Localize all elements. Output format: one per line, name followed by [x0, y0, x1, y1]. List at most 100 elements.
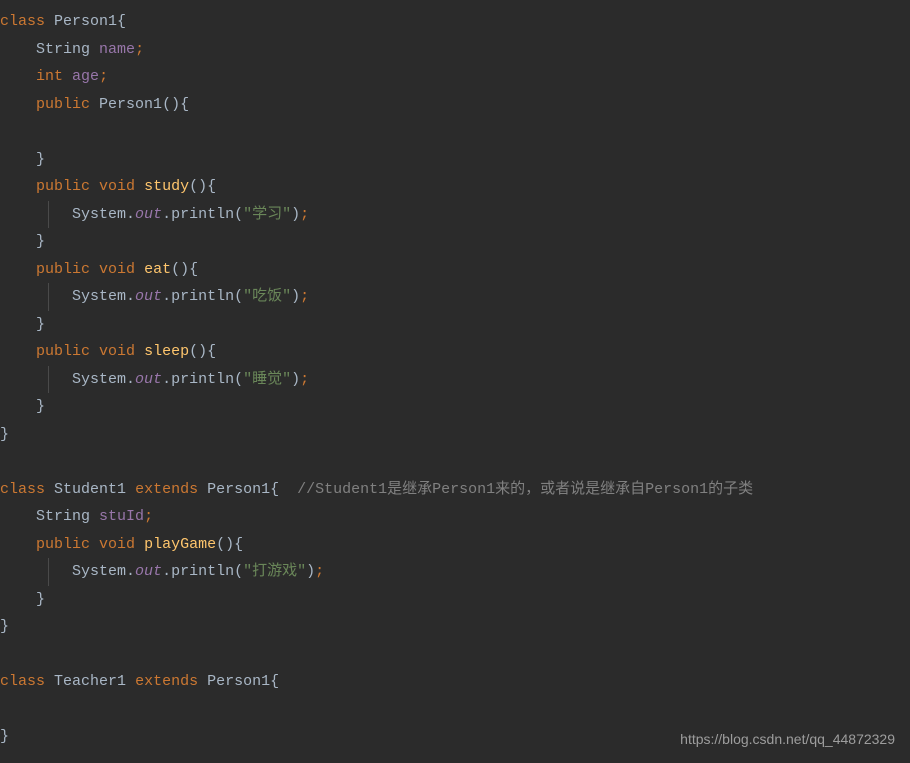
method-eat: eat [144, 261, 171, 278]
code-line[interactable]: } [0, 311, 910, 339]
code-line[interactable]: } [0, 228, 910, 256]
semicolon: ; [300, 371, 309, 388]
keyword-class: class [0, 13, 45, 30]
paren: ( [189, 343, 198, 360]
paren: ) [198, 343, 207, 360]
paren: ( [171, 261, 180, 278]
method-playGame: playGame [144, 536, 216, 553]
println-method: println [171, 563, 234, 580]
watermark-text: https://blog.csdn.net/qq_44872329 [680, 726, 895, 754]
brace: { [207, 178, 216, 195]
out-field: out [135, 563, 162, 580]
keyword-public: public [36, 96, 90, 113]
semicolon: ; [300, 206, 309, 223]
code-line[interactable] [0, 641, 910, 669]
keyword-class: class [0, 481, 45, 498]
code-line[interactable]: System.out.println("学习"); [0, 201, 910, 229]
code-line[interactable]: } [0, 613, 910, 641]
paren: ) [291, 371, 300, 388]
type-string: String [36, 41, 90, 58]
code-line[interactable]: public void sleep(){ [0, 338, 910, 366]
class-name: Person1 [207, 673, 270, 690]
string-literal: "睡觉" [243, 371, 291, 388]
paren: ( [234, 288, 243, 305]
string-literal: "吃饭" [243, 288, 291, 305]
code-line[interactable]: public void eat(){ [0, 256, 910, 284]
paren: ) [171, 96, 180, 113]
string-literal: "学习" [243, 206, 291, 223]
class-name: Person1 [207, 481, 270, 498]
keyword-void: void [99, 536, 135, 553]
out-field: out [135, 288, 162, 305]
brace: } [36, 591, 45, 608]
code-line[interactable] [0, 696, 910, 724]
string-literal: "打游戏" [243, 563, 306, 580]
paren: ) [291, 206, 300, 223]
code-line[interactable]: String stuId; [0, 503, 910, 531]
code-line[interactable]: System.out.println("吃饭"); [0, 283, 910, 311]
brace: } [36, 316, 45, 333]
paren: ) [306, 563, 315, 580]
brace: { [189, 261, 198, 278]
brace: { [207, 343, 216, 360]
code-line[interactable]: } [0, 393, 910, 421]
code-line[interactable]: int age; [0, 63, 910, 91]
code-line[interactable]: } [0, 421, 910, 449]
dot: . [126, 371, 135, 388]
semicolon: ; [300, 288, 309, 305]
keyword-public: public [36, 536, 90, 553]
system-class: System [72, 288, 126, 305]
comment: //Student1是继承Person1来的，或者说是继承自Person1的子类 [297, 481, 753, 498]
brace: { [270, 673, 279, 690]
code-line[interactable]: class Person1{ [0, 8, 910, 36]
class-name: Teacher1 [54, 673, 126, 690]
keyword-public: public [36, 343, 90, 360]
code-line[interactable]: public Person1(){ [0, 91, 910, 119]
brace: { [234, 536, 243, 553]
method-study: study [144, 178, 189, 195]
dot: . [162, 563, 171, 580]
paren: ) [198, 178, 207, 195]
code-editor[interactable]: class Person1{ String name; int age; pub… [0, 8, 910, 751]
brace: } [0, 426, 9, 443]
semicolon: ; [144, 508, 153, 525]
paren: ( [162, 96, 171, 113]
code-line[interactable] [0, 118, 910, 146]
paren: ( [216, 536, 225, 553]
code-line[interactable] [0, 448, 910, 476]
code-line[interactable]: public void playGame(){ [0, 531, 910, 559]
out-field: out [135, 206, 162, 223]
brace: } [36, 398, 45, 415]
brace: } [36, 233, 45, 250]
keyword-void: void [99, 178, 135, 195]
keyword-public: public [36, 178, 90, 195]
keyword-int: int [36, 68, 63, 85]
field-stuId: stuId [99, 508, 144, 525]
paren: ( [234, 206, 243, 223]
code-line[interactable]: } [0, 586, 910, 614]
dot: . [126, 563, 135, 580]
code-line[interactable]: public void study(){ [0, 173, 910, 201]
code-line[interactable]: } [0, 146, 910, 174]
paren: ( [234, 563, 243, 580]
dot: . [162, 288, 171, 305]
constructor-name: Person1 [99, 96, 162, 113]
system-class: System [72, 206, 126, 223]
code-line[interactable]: String name; [0, 36, 910, 64]
dot: . [162, 206, 171, 223]
code-line[interactable]: System.out.println("睡觉"); [0, 366, 910, 394]
field-name: name [99, 41, 135, 58]
dot: . [162, 371, 171, 388]
code-line[interactable]: System.out.println("打游戏"); [0, 558, 910, 586]
code-line[interactable]: class Teacher1 extends Person1{ [0, 668, 910, 696]
method-sleep: sleep [144, 343, 189, 360]
dot: . [126, 288, 135, 305]
dot: . [126, 206, 135, 223]
type-string: String [36, 508, 90, 525]
println-method: println [171, 371, 234, 388]
field-age: age [72, 68, 99, 85]
keyword-class: class [0, 673, 45, 690]
code-line[interactable]: class Student1 extends Person1{ //Studen… [0, 476, 910, 504]
system-class: System [72, 563, 126, 580]
paren: ) [291, 288, 300, 305]
